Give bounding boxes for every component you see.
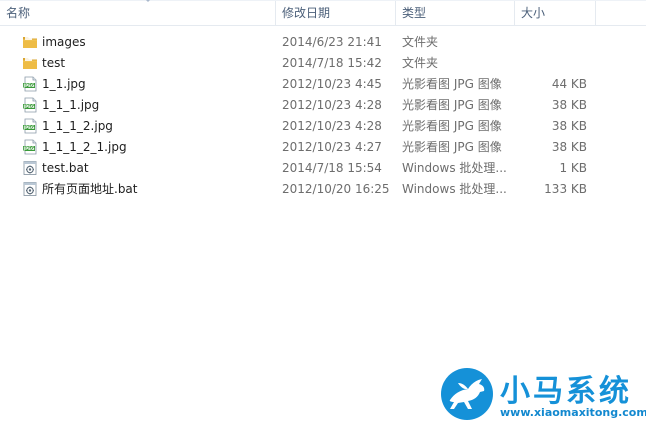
file-type: 光影看图 JPG 图像 <box>402 98 502 112</box>
file-modified-date: 2012/10/23 4:45 <box>282 77 382 91</box>
file-size: 38 KB <box>551 140 587 154</box>
file-size: 133 KB <box>544 182 587 196</box>
file-modified-date: 2012/10/23 4:28 <box>282 119 382 133</box>
file-modified-date: 2012/10/23 4:28 <box>282 98 382 112</box>
file-modified-date: 2014/7/18 15:54 <box>282 161 382 175</box>
folder-icon <box>22 34 38 50</box>
file-size: 1 KB <box>559 161 587 175</box>
jpeg-file-icon: JPEG <box>22 76 38 92</box>
file-row[interactable]: JPEG 1_1_1_2.jpg 2012/10/23 4:28 光影看图 JPG 图… <box>0 116 600 137</box>
file-row[interactable]: JPEG 1_1_1_2_1.jpg 2012/10/23 4:27 光影看图 JPG… <box>0 137 600 158</box>
file-name: 1_1_1_2.jpg <box>42 119 113 133</box>
file-size: 44 KB <box>551 77 587 91</box>
batch-file-icon <box>22 181 38 197</box>
file-row[interactable]: JPEG 1_1.jpg 2012/10/23 4:45 光影看图 JPG 图像 44 … <box>0 74 600 95</box>
file-row[interactable]: test 2014/7/18 15:42 文件夹 <box>0 53 600 74</box>
folder-icon <box>22 55 38 71</box>
file-name: 1_1.jpg <box>42 77 86 91</box>
file-type: 文件夹 <box>402 35 439 49</box>
svg-text:JPEG: JPEG <box>23 146 35 151</box>
sort-caret-icon <box>145 0 151 2</box>
file-name: 1_1_1.jpg <box>42 98 100 112</box>
file-size: 38 KB <box>551 98 587 112</box>
file-modified-date: 2012/10/23 4:27 <box>282 140 382 154</box>
column-header-bar: 名称 修改日期 类型 大小 <box>0 0 646 26</box>
file-explorer-window: 名称 修改日期 类型 大小 images 2014/6/23 21:41 文件夹 te… <box>0 0 646 431</box>
batch-file-icon <box>22 160 38 176</box>
watermark-title: 小马系统 <box>500 374 632 409</box>
file-row[interactable]: test.bat 2014/7/18 15:54 Windows 批处理... 1 K… <box>0 158 600 179</box>
watermark-url: www.xiaomaxitong.com <box>500 406 646 419</box>
column-header-date[interactable]: 修改日期 <box>276 1 396 25</box>
file-modified-date: 2014/7/18 15:42 <box>282 56 382 70</box>
column-header-date-label: 修改日期 <box>282 6 331 20</box>
jpeg-file-icon: JPEG <box>22 118 38 134</box>
file-row[interactable]: 所有页面地址.bat 2012/10/20 16:25 Windows 批处理...… <box>0 179 600 200</box>
file-name: images <box>42 35 86 49</box>
column-header-name-label: 名称 <box>6 6 31 20</box>
column-header-type[interactable]: 类型 <box>396 1 515 25</box>
file-name: test.bat <box>42 161 89 175</box>
horse-logo-icon <box>441 368 493 420</box>
file-type: 文件夹 <box>402 56 439 70</box>
watermark-logo: 小马系统 www.xiaomaxitong.com <box>438 364 646 431</box>
file-type: 光影看图 JPG 图像 <box>402 119 502 133</box>
column-header-size[interactable]: 大小 <box>515 1 596 25</box>
file-name: 所有页面地址.bat <box>42 182 138 196</box>
file-row[interactable]: images 2014/6/23 21:41 文件夹 <box>0 32 600 53</box>
file-type: 光影看图 JPG 图像 <box>402 140 502 154</box>
file-name: test <box>42 56 66 70</box>
svg-text:JPEG: JPEG <box>23 104 35 109</box>
svg-text:JPEG: JPEG <box>23 125 35 130</box>
file-modified-date: 2012/10/20 16:25 <box>282 182 390 196</box>
file-name: 1_1_1_2_1.jpg <box>42 140 127 154</box>
file-type: Windows 批处理... <box>402 182 507 196</box>
column-header-size-label: 大小 <box>521 6 546 20</box>
svg-text:JPEG: JPEG <box>23 83 35 88</box>
column-header-type-label: 类型 <box>402 6 427 20</box>
jpeg-file-icon: JPEG <box>22 139 38 155</box>
file-size: 38 KB <box>551 119 587 133</box>
file-row[interactable]: JPEG 1_1_1.jpg 2012/10/23 4:28 光影看图 JPG 图像 3… <box>0 95 600 116</box>
file-type: 光影看图 JPG 图像 <box>402 77 502 91</box>
column-header-name[interactable]: 名称 <box>0 0 276 25</box>
jpeg-file-icon: JPEG <box>22 97 38 113</box>
file-modified-date: 2014/6/23 21:41 <box>282 35 382 49</box>
file-type: Windows 批处理... <box>402 161 507 175</box>
